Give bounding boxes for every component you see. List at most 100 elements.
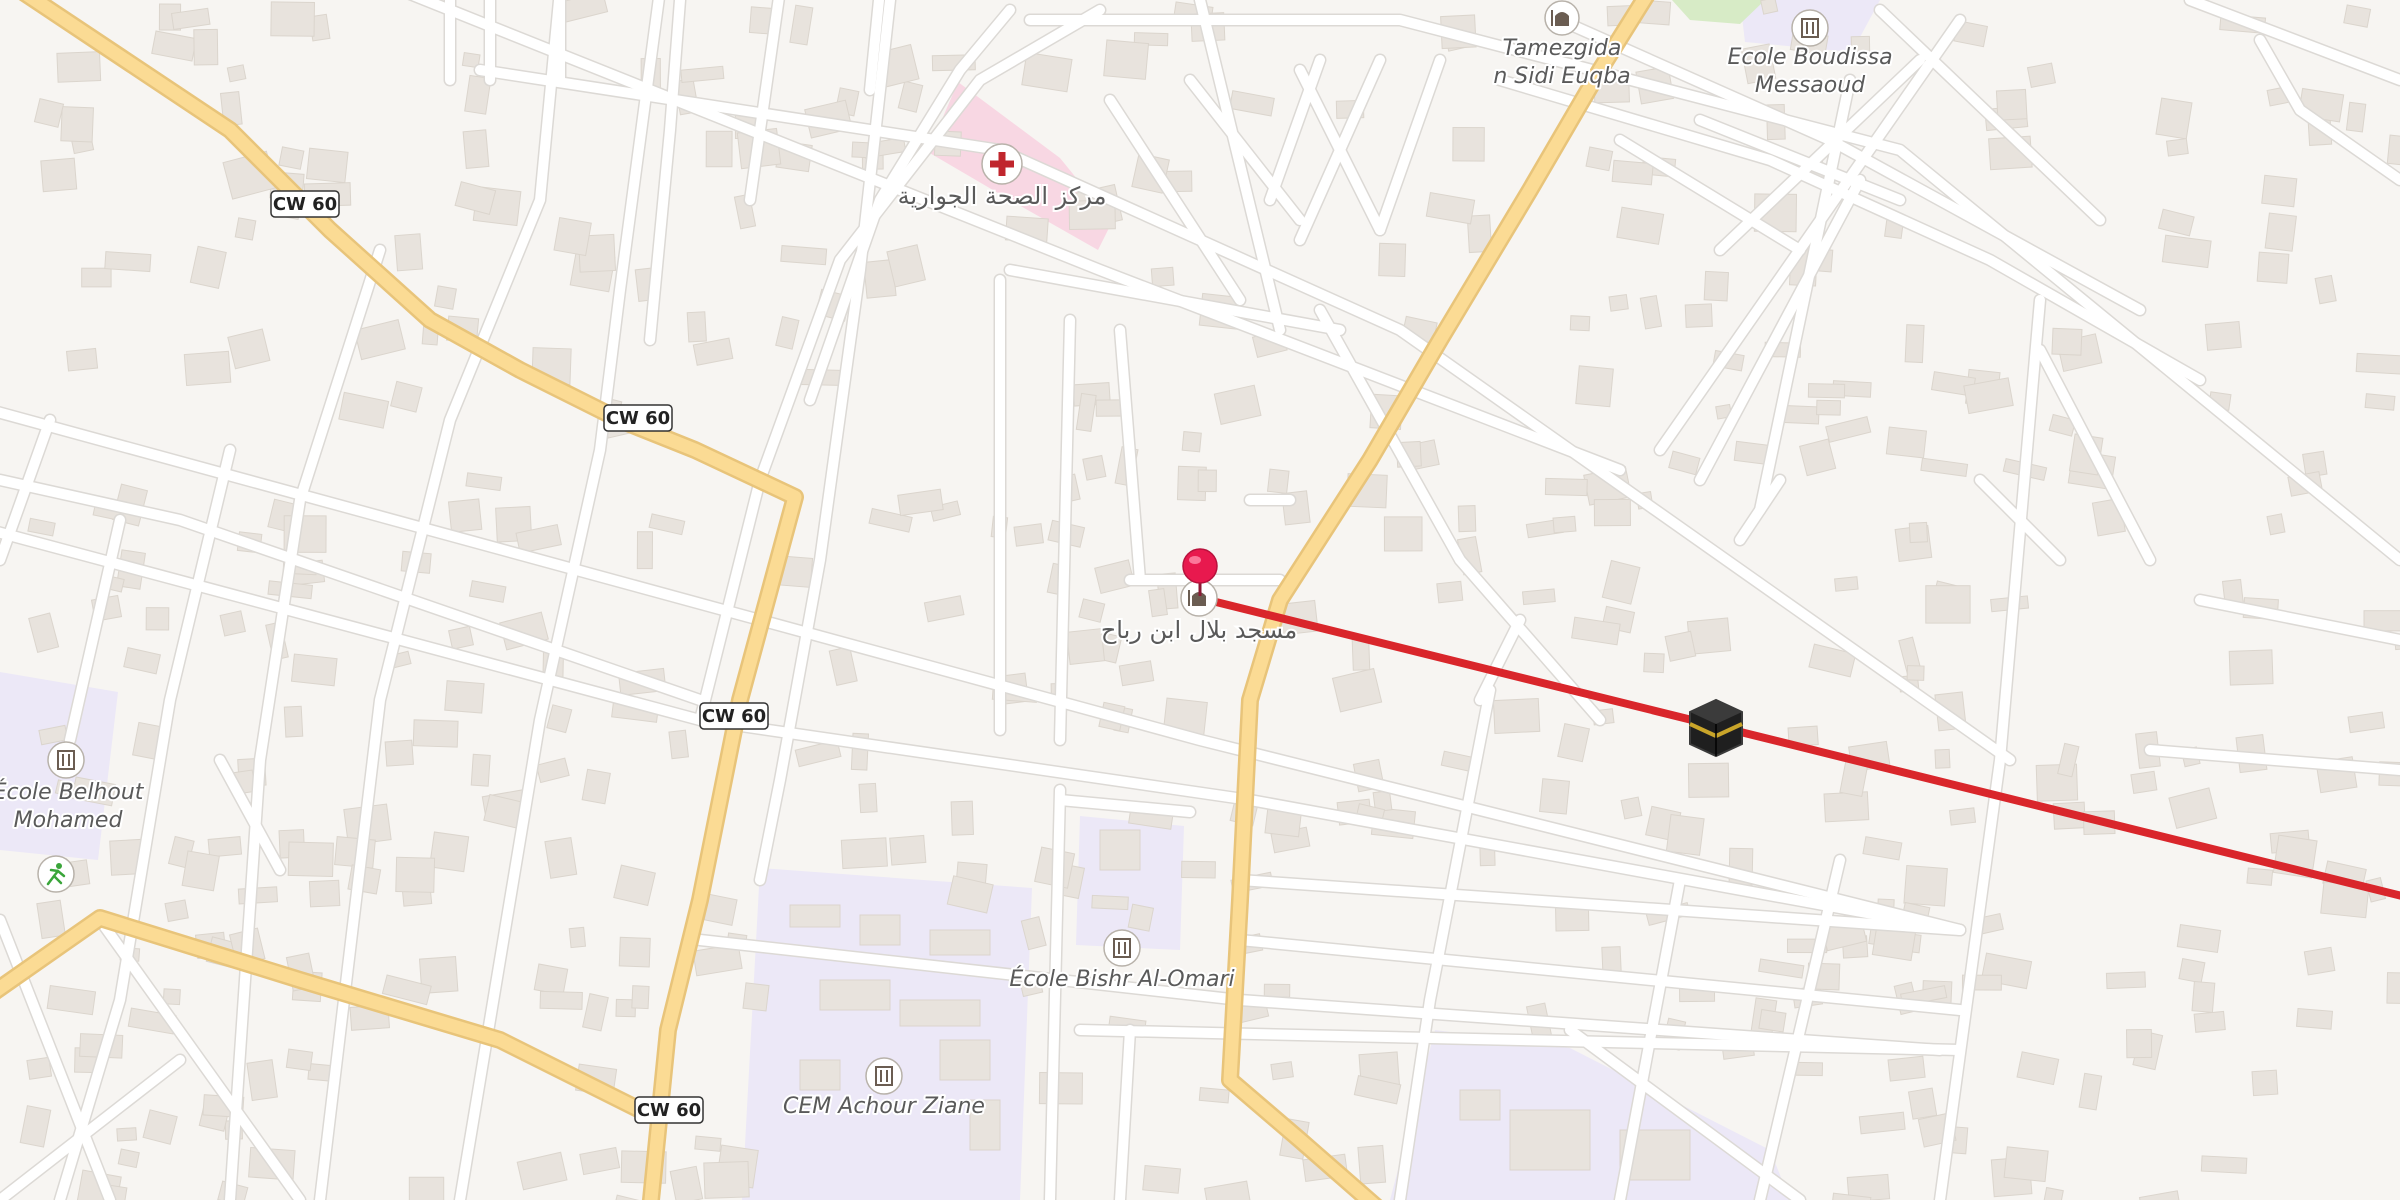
building bbox=[1858, 1111, 1906, 1135]
building bbox=[181, 850, 220, 892]
building bbox=[1383, 516, 1423, 552]
building bbox=[2125, 1028, 2153, 1059]
building bbox=[465, 472, 503, 492]
building bbox=[1903, 864, 1948, 907]
building bbox=[1907, 1087, 1938, 1120]
building bbox=[799, 1059, 841, 1091]
building bbox=[636, 531, 654, 570]
building bbox=[618, 936, 651, 968]
building bbox=[2303, 946, 2336, 976]
building bbox=[1816, 399, 1842, 416]
building bbox=[1103, 39, 1150, 80]
building bbox=[338, 391, 390, 429]
building bbox=[428, 831, 470, 873]
building bbox=[789, 4, 814, 46]
road-shield-label: CW 60 bbox=[637, 1100, 701, 1121]
poi-label: Ecole Boudissa bbox=[1727, 45, 1892, 70]
building bbox=[1758, 1008, 1787, 1033]
building bbox=[1934, 748, 1951, 769]
building bbox=[546, 704, 573, 734]
building bbox=[2193, 1010, 2226, 1033]
street bbox=[1055, 315, 1075, 745]
building bbox=[234, 217, 257, 241]
building bbox=[899, 999, 981, 1027]
building bbox=[1270, 1061, 1294, 1081]
building bbox=[2204, 320, 2242, 351]
building bbox=[433, 285, 457, 310]
building bbox=[2178, 958, 2206, 984]
building bbox=[929, 929, 991, 956]
building bbox=[2261, 174, 2298, 208]
building bbox=[2165, 138, 2189, 157]
map-canvas[interactable]: CW 60 CW 60 CW 60 CW 60 Tamezgida n Sidi… bbox=[0, 0, 2400, 1200]
building bbox=[2256, 251, 2290, 284]
building bbox=[2078, 1072, 2103, 1111]
building bbox=[1557, 723, 1591, 763]
building bbox=[65, 347, 99, 372]
building bbox=[1198, 1087, 1230, 1104]
building bbox=[2345, 101, 2367, 133]
building bbox=[2130, 770, 2158, 794]
kaaba-icon[interactable] bbox=[1689, 698, 1743, 758]
map-view[interactable]: CW 60 CW 60 CW 60 CW 60 Tamezgida n Sidi… bbox=[0, 0, 2400, 1200]
building bbox=[1995, 88, 2028, 121]
building bbox=[2355, 352, 2400, 375]
building bbox=[287, 841, 334, 877]
building bbox=[40, 157, 78, 193]
poi-label: Mohamed bbox=[14, 808, 124, 833]
building bbox=[183, 350, 232, 387]
building bbox=[2251, 1069, 2279, 1097]
building bbox=[412, 719, 459, 748]
building bbox=[1204, 1180, 1253, 1200]
building bbox=[1118, 660, 1155, 687]
building bbox=[1807, 383, 1846, 399]
street bbox=[1475, 615, 1525, 705]
building bbox=[1038, 1071, 1084, 1105]
building bbox=[164, 899, 189, 923]
building bbox=[454, 181, 497, 216]
building bbox=[897, 80, 924, 113]
road-shield-label: CW 60 bbox=[702, 706, 766, 727]
building bbox=[1665, 814, 1705, 856]
building bbox=[46, 985, 97, 1016]
building bbox=[117, 1148, 140, 1169]
building bbox=[1181, 860, 1216, 879]
building bbox=[305, 147, 349, 184]
poi-label: École Bishr Al-Omari bbox=[1009, 966, 1234, 992]
building bbox=[1091, 894, 1129, 911]
building bbox=[1099, 829, 1141, 871]
building bbox=[2266, 513, 2286, 536]
building bbox=[28, 612, 60, 653]
building bbox=[1181, 431, 1202, 453]
building bbox=[56, 51, 102, 83]
building bbox=[1213, 384, 1262, 425]
building bbox=[33, 97, 65, 128]
building bbox=[939, 1039, 991, 1081]
building bbox=[1150, 266, 1175, 288]
poi-label: Tamezgida bbox=[1503, 36, 1622, 61]
building bbox=[2105, 971, 2146, 990]
building bbox=[579, 1146, 621, 1176]
building bbox=[189, 245, 227, 289]
street bbox=[1115, 1025, 1135, 1200]
building bbox=[2347, 711, 2386, 734]
building bbox=[1908, 521, 1929, 544]
poi-label: École Belhout bbox=[0, 779, 145, 805]
building bbox=[1834, 576, 1859, 592]
building bbox=[1552, 515, 1577, 534]
building bbox=[694, 1135, 722, 1152]
building bbox=[1142, 1164, 1182, 1194]
building bbox=[2043, 1186, 2064, 1200]
building bbox=[116, 1127, 138, 1142]
building bbox=[246, 1059, 278, 1102]
building bbox=[1593, 498, 1631, 527]
building bbox=[1575, 365, 1614, 408]
building bbox=[705, 130, 733, 168]
building bbox=[2200, 1155, 2248, 1174]
poi-label: n Sidi Euqba bbox=[1493, 64, 1630, 89]
building bbox=[394, 233, 424, 272]
poi-sports[interactable] bbox=[37, 855, 75, 893]
building bbox=[308, 879, 341, 908]
building bbox=[789, 904, 841, 928]
building bbox=[2161, 234, 2212, 269]
